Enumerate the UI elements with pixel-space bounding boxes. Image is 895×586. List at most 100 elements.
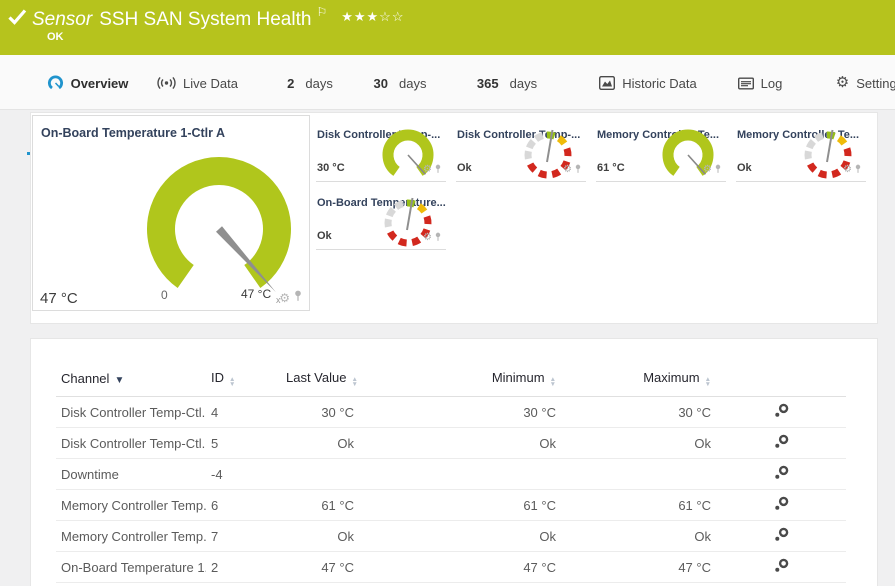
pin-icon[interactable] <box>434 229 442 247</box>
channel-id: 7 <box>206 521 281 552</box>
gauge-panel-disk-ctlr-status[interactable]: Disk Controller Temp-... Ok ⚙ <box>456 123 586 182</box>
table-row: Disk Controller Temp-Ctl... 4 30 °C 30 °… <box>56 397 846 428</box>
column-header-maximum[interactable]: Maximum▲▼ <box>561 364 716 397</box>
gauge-panel-onboard-temp-status[interactable]: On-Board Temperature... Ok ⚙ <box>316 191 446 250</box>
channel-name[interactable]: Disk Controller Temp-Ctl... <box>56 428 206 459</box>
tab-label: Overview <box>71 76 129 91</box>
log-icon <box>738 77 754 90</box>
column-header-channel[interactable]: Channel▼ <box>56 364 206 397</box>
pin-icon[interactable] <box>854 161 862 179</box>
table-row: Memory Controller Temp... 7 Ok Ok Ok <box>56 521 846 552</box>
live-data-icon <box>157 76 176 90</box>
channel-name[interactable]: Memory Controller Temp... <box>56 521 206 552</box>
wrench-icon[interactable] <box>774 499 789 514</box>
tab-label: days <box>510 76 537 91</box>
tab-log[interactable]: Log <box>716 68 804 98</box>
priority-stars[interactable]: ★★★☆☆ <box>341 9 404 24</box>
gear-icon[interactable]: ⚙ <box>423 233 432 243</box>
sort-icon: ▲▼ <box>229 377 235 387</box>
channel-id: 5 <box>206 428 281 459</box>
tab-overview[interactable]: Overview <box>27 68 148 98</box>
table-row: Disk Controller Temp-Ctl... 5 Ok Ok Ok <box>56 428 846 459</box>
gauges-panel: On-Board Temperature 1-Ctlr A x 0 47 °C … <box>30 112 878 324</box>
channel-name[interactable]: On-Board Temperature 1... <box>56 583 206 586</box>
wrench-icon[interactable] <box>774 561 789 576</box>
table-row: On-Board Temperature 1... 3 Ok Ok Ok <box>56 583 846 586</box>
pin-icon[interactable] <box>714 161 722 179</box>
channel-name[interactable]: On-Board Temperature 1... <box>56 552 206 583</box>
pin-icon[interactable] <box>574 161 582 179</box>
tab-label: days <box>305 76 332 91</box>
wrench-icon[interactable] <box>774 468 789 483</box>
gear-icon[interactable]: ⚙ <box>423 165 432 175</box>
gauge-value: Ok <box>317 230 332 242</box>
temperature-gauge: x <box>139 152 299 306</box>
gauge-panel-onboard-temp-1[interactable]: On-Board Temperature 1-Ctlr A x 0 47 °C … <box>32 115 310 311</box>
channel-id: 6 <box>206 490 281 521</box>
wrench-icon[interactable] <box>774 406 789 421</box>
channel-minimum: 61 °C <box>359 490 561 521</box>
wrench-icon[interactable] <box>774 437 789 452</box>
wrench-icon[interactable] <box>774 530 789 545</box>
sensor-header: SensorSSH SAN System Health⚐★★★☆☆ OK <box>0 0 895 55</box>
channel-id: 4 <box>206 397 281 428</box>
tab-2-days[interactable]: 2 days <box>270 68 350 98</box>
channel-minimum: 47 °C <box>359 552 561 583</box>
gauge-value: 61 °C <box>597 162 625 174</box>
gauge-value: 47 °C <box>40 290 78 307</box>
status-ok-check-icon <box>8 9 27 30</box>
pin-icon[interactable] <box>434 161 442 179</box>
channel-last-value <box>281 459 359 490</box>
column-header-minimum[interactable]: Minimum▲▼ <box>359 364 561 397</box>
channel-last-value: 47 °C <box>281 552 359 583</box>
channel-last-value: Ok <box>281 521 359 552</box>
gauge-value: 30 °C <box>317 162 345 174</box>
gauge-panel-disk-ctlr-temp[interactable]: Disk Controller Temp-... 30 °C ⚙ <box>316 123 446 182</box>
gauge-value: Ok <box>457 162 472 174</box>
channel-maximum: 30 °C <box>561 397 716 428</box>
flag-icon[interactable]: ⚐ <box>316 5 327 19</box>
channel-maximum: 47 °C <box>561 552 716 583</box>
gear-icon[interactable]: ⚙ <box>279 292 290 304</box>
channel-id: 3 <box>206 583 281 586</box>
object-type-label: Sensor <box>32 9 92 30</box>
chart-icon <box>599 76 615 90</box>
gear-icon[interactable]: ⚙ <box>703 165 712 175</box>
channel-name[interactable]: Disk Controller Temp-Ctl... <box>56 397 206 428</box>
table-row: On-Board Temperature 1... 2 47 °C 47 °C … <box>56 552 846 583</box>
column-header-id[interactable]: ID▲▼ <box>206 364 281 397</box>
page-title: SSH SAN System Health <box>99 9 311 30</box>
channel-last-value: 30 °C <box>281 397 359 428</box>
channel-last-value: Ok <box>281 428 359 459</box>
tab-365-days[interactable]: 365 days <box>462 68 552 98</box>
tab-label: Historic Data <box>622 76 696 91</box>
channel-name[interactable]: Memory Controller Temp... <box>56 490 206 521</box>
gauge-panel-memory-ctlr-temp[interactable]: Memory Controller Te... 61 °C ⚙ <box>596 123 726 182</box>
column-header-tools <box>716 364 846 397</box>
channel-id: 2 <box>206 552 281 583</box>
gauge-icon <box>47 75 64 91</box>
gear-icon[interactable]: ⚙ <box>843 165 852 175</box>
tab-label: Settings <box>856 76 895 91</box>
channel-maximum: Ok <box>561 583 716 586</box>
pin-icon[interactable] <box>293 289 303 307</box>
tab-live-data[interactable]: Live Data <box>150 68 245 98</box>
tab-number: 30 <box>374 76 388 91</box>
channel-minimum: 30 °C <box>359 397 561 428</box>
tab-settings[interactable]: ⚙ Settings <box>822 68 895 98</box>
gauge-panel-memory-ctlr-status[interactable]: Memory Controller Te... Ok ⚙ <box>736 123 866 182</box>
gear-icon[interactable]: ⚙ <box>563 165 572 175</box>
tab-number: 365 <box>477 76 499 91</box>
tab-number: 2 <box>287 76 294 91</box>
channel-minimum: Ok <box>359 583 561 586</box>
tab-30-days[interactable]: 30days <box>360 68 440 98</box>
channel-name[interactable]: Downtime <box>56 459 206 490</box>
sort-icon: ▲▼ <box>550 377 556 387</box>
column-header-last-value[interactable]: Last Value▲▼ <box>281 364 359 397</box>
table-header-row: Channel▼ ID▲▼ Last Value▲▼ Minimum▲▼ Max… <box>56 364 846 397</box>
tab-label: Log <box>761 76 783 91</box>
channel-last-value: Ok <box>281 583 359 586</box>
tab-historic-data[interactable]: Historic Data <box>588 68 708 98</box>
sort-desc-icon: ▼ <box>114 375 124 386</box>
gauge-scale-max: 47 °C <box>241 287 271 301</box>
